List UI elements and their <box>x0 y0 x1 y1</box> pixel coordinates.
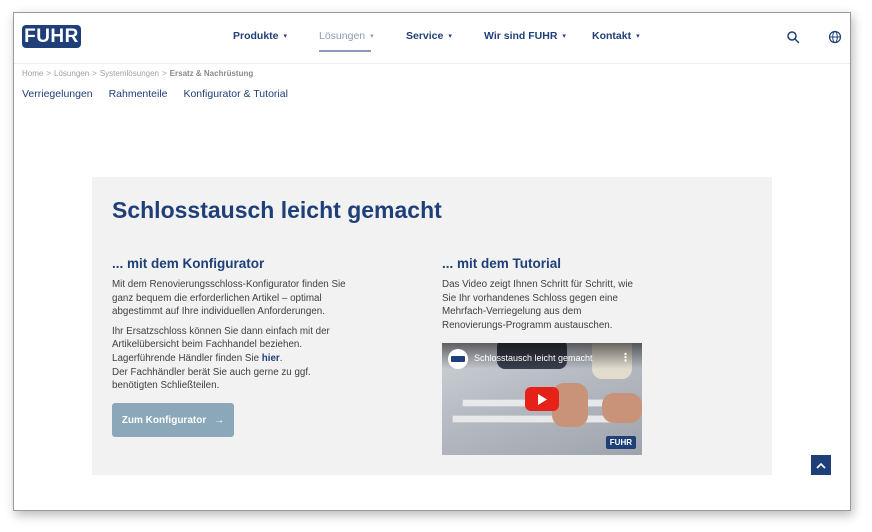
konfigurator-text: Mit dem Renovierungsschloss-Konfigurator… <box>112 278 348 393</box>
tutorial-heading: ... mit dem Tutorial <box>442 256 562 271</box>
fachhandel-text-end: . <box>279 352 283 364</box>
breadcrumb-separator: > <box>162 69 167 78</box>
panel-title: Schlosstausch leicht gemacht <box>112 197 442 223</box>
nav-item-kontakt[interactable]: Kontakt ▾ <box>592 30 640 42</box>
play-icon <box>538 393 547 405</box>
nav-item-produkte[interactable]: Produkte ▾ <box>233 30 287 42</box>
subnav-item-rahmenteile[interactable]: Rahmenteile <box>109 88 168 100</box>
content-panel: Schlosstausch leicht gemacht ... mit dem… <box>92 177 772 475</box>
fachhaendler-paragraph: Der Fachhändler berät Sie auch gerne zu … <box>112 366 311 392</box>
arrow-right-icon: → <box>214 414 225 426</box>
browser-page: FUHR Produkte ▾ Lösungen ▾ Service ▾ Wir… <box>13 12 851 511</box>
nav-item-wir-sind-fuhr[interactable]: Wir sind FUHR ▾ <box>484 30 566 42</box>
konfigurator-heading: ... mit dem Konfigurator <box>112 256 265 271</box>
video-title[interactable]: Schlosstausch leicht gemacht <box>474 353 593 363</box>
chevron-up-icon <box>816 462 826 469</box>
subnav-item-konfigurator-tutorial[interactable]: Konfigurator & Tutorial <box>183 88 287 100</box>
chevron-down-icon: ▾ <box>448 33 452 40</box>
breadcrumb-item-loesungen[interactable]: Lösungen <box>54 69 89 78</box>
nav-active-underline <box>319 50 371 52</box>
button-label: Zum Konfigurator <box>121 414 207 426</box>
nav-item-loesungen[interactable]: Lösungen ▾ <box>319 30 374 42</box>
search-icon[interactable] <box>786 30 800 44</box>
breadcrumb-item-current: Ersatz & Nachrüstung <box>169 69 254 78</box>
breadcrumb-item-systemloesungen[interactable]: Systemlösungen <box>100 69 159 78</box>
sub-nav: Verriegelungen Rahmenteile Konfigurator … <box>22 88 301 100</box>
chevron-down-icon: ▾ <box>370 33 374 40</box>
video-scene-hand <box>602 393 642 423</box>
globe-icon[interactable] <box>828 30 842 44</box>
zum-konfigurator-button[interactable]: Zum Konfigurator → <box>112 403 234 437</box>
site-header: FUHR Produkte ▾ Lösungen ▾ Service ▾ Wir… <box>14 13 850 64</box>
fachhandel-paragraph: Ihr Ersatzschloss können Sie dann einfac… <box>112 325 348 366</box>
haendler-link[interactable]: hier <box>262 353 280 364</box>
channel-logo-icon[interactable] <box>448 349 468 369</box>
chevron-down-icon: ▾ <box>636 33 640 40</box>
tutorial-paragraph: Das Video zeigt Ihnen Schritt für Schrit… <box>442 279 633 331</box>
more-options-icon[interactable]: ⋮ <box>620 351 631 364</box>
nav-item-label: Lösungen <box>319 30 366 42</box>
subnav-item-verriegelungen[interactable]: Verriegelungen <box>22 88 93 100</box>
nav-item-label: Service <box>406 30 444 42</box>
breadcrumb-item-home[interactable]: Home <box>22 69 43 78</box>
fachhandel-text: Ihr Ersatzschloss können Sie dann einfac… <box>112 325 330 364</box>
chevron-down-icon: ▾ <box>562 33 566 40</box>
breadcrumb-separator: > <box>46 69 52 78</box>
breadcrumb-separator: > <box>92 69 97 78</box>
konfigurator-paragraph: Mit dem Renovierungsschloss-Konfigurator… <box>112 279 346 318</box>
tutorial-video-player[interactable]: Schlosstausch leicht gemacht ⋮ FUHR <box>442 343 642 455</box>
play-button[interactable] <box>525 387 559 411</box>
breadcrumb: Home > Lösungen > Systemlösungen > Ersatz & Na… <box>22 69 253 78</box>
video-brand-watermark: FUHR <box>605 436 636 449</box>
chevron-down-icon: ▾ <box>283 33 288 40</box>
scroll-to-top-button[interactable] <box>811 455 831 475</box>
nav-item-label: Produkte <box>233 30 279 42</box>
tutorial-text: Das Video zeigt Ihnen Schritt für Schrit… <box>442 278 642 332</box>
nav-item-label: Wir sind FUHR <box>484 30 558 42</box>
main-nav: Produkte ▾ Lösungen ▾ Service ▾ Wir sind… <box>14 13 850 63</box>
nav-item-service[interactable]: Service ▾ <box>406 30 452 42</box>
nav-item-label: Kontakt <box>592 30 632 42</box>
